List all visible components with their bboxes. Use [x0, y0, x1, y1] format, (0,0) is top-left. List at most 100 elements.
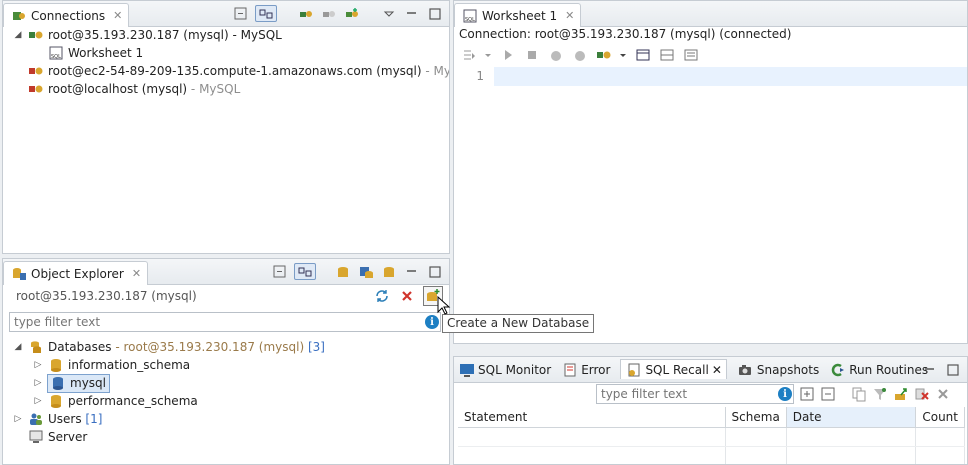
database-objects-icon[interactable]	[357, 263, 374, 280]
dropdown-icon[interactable]	[619, 46, 627, 63]
minimize-icon[interactable]	[403, 5, 420, 22]
commit-icon[interactable]	[547, 46, 564, 63]
connection-item[interactable]: ◢ root@35.193.230.187 (mysql) - MySQL	[13, 26, 282, 44]
database-label: mysql	[70, 376, 106, 390]
column-statement[interactable]: Statement	[458, 407, 726, 428]
databases-node[interactable]: ◢ Databases - root@35.193.230.187 (mysql…	[13, 338, 325, 356]
result-tab-icon[interactable]	[634, 46, 651, 63]
connect-icon[interactable]	[297, 5, 314, 22]
refresh-icon[interactable]	[373, 288, 390, 305]
bottom-window-controls	[921, 361, 961, 378]
rollback-icon[interactable]	[571, 46, 588, 63]
table-row[interactable]	[458, 427, 965, 447]
recall-filter-input[interactable]	[596, 384, 794, 404]
link-editor-icon[interactable]	[294, 263, 316, 280]
run-icon[interactable]	[499, 46, 516, 63]
tab-error[interactable]: Error	[561, 362, 610, 379]
execute-options-icon[interactable]	[460, 46, 477, 63]
server-label: Server	[48, 430, 88, 444]
result-text-icon[interactable]	[682, 46, 699, 63]
tab-connections[interactable]: Connections ✕	[3, 3, 130, 27]
tab-worksheet[interactable]: SQL Worksheet 1 ✕	[454, 3, 582, 27]
object-explorer-toolbar	[271, 263, 443, 280]
disconnected-db-icon	[27, 63, 44, 80]
tab-snapshots[interactable]: Snapshots	[737, 362, 819, 379]
create-database-tooltip: Create a New Database	[442, 314, 595, 333]
column-date[interactable]: Date	[786, 407, 917, 428]
expand-all-icon[interactable]	[798, 385, 815, 402]
tab-worksheet-label: Worksheet 1	[482, 8, 558, 23]
column-schema[interactable]: Schema	[725, 407, 787, 428]
database-item-selected[interactable]: ▷ mysql	[33, 373, 110, 393]
export-icon[interactable]	[892, 385, 909, 402]
collapsed-arrow-icon[interactable]: ▷	[33, 396, 43, 406]
database-item[interactable]: ▷ performance_schema	[33, 392, 198, 410]
server-icon	[27, 429, 44, 446]
connection-item[interactable]: root@localhost (mysql) - MySQL	[27, 80, 240, 98]
worksheet-item[interactable]: SQL Worksheet 1	[47, 44, 143, 62]
mouse-cursor-icon	[437, 296, 451, 315]
database-filter-icon[interactable]	[334, 263, 351, 280]
filter-icon[interactable]	[871, 385, 888, 402]
delete-icon[interactable]	[398, 288, 415, 305]
collapsed-arrow-icon[interactable]: ▷	[13, 414, 23, 424]
sql-editor[interactable]	[494, 67, 967, 86]
close-icon[interactable]: ✕	[565, 9, 574, 22]
new-connection-icon[interactable]	[343, 5, 360, 22]
server-node[interactable]: Server	[27, 428, 87, 446]
connected-db-icon	[27, 27, 44, 44]
view-menu-icon[interactable]	[380, 5, 397, 22]
svg-text:SQL: SQL	[465, 17, 475, 23]
explorer-filter-input[interactable]	[9, 312, 441, 332]
database-icon[interactable]	[380, 263, 397, 280]
maximize-icon[interactable]	[426, 5, 443, 22]
dropdown-icon[interactable]	[484, 46, 492, 63]
minimize-icon[interactable]	[403, 263, 420, 280]
delete-all-icon[interactable]	[934, 385, 951, 402]
collapse-all-icon[interactable]	[271, 263, 288, 280]
connection-select-icon[interactable]	[595, 46, 612, 63]
delete-selected-icon[interactable]	[913, 385, 930, 402]
camera-icon	[737, 362, 754, 379]
expanded-arrow-icon[interactable]: ◢	[13, 342, 23, 352]
connection-label: root@ec2-54-89-209-135.compute-1.amazona…	[48, 64, 422, 78]
tab-sql-recall[interactable]: SQL Recall ✕	[620, 359, 727, 379]
info-icon[interactable]: i	[425, 315, 439, 329]
editor-gutter: 1	[454, 67, 494, 343]
object-explorer-panel: Object Explorer ✕ root@35.193.230.187 (m…	[2, 258, 450, 465]
explorer-actions	[373, 286, 443, 306]
collapsed-arrow-icon[interactable]: ▷	[33, 360, 43, 370]
collapse-all-icon[interactable]	[819, 385, 836, 402]
sql-recall-table: Statement Schema Date Count	[458, 407, 965, 464]
users-count: [1]	[81, 412, 103, 426]
tab-sql-monitor[interactable]: SQL Monitor	[458, 362, 551, 379]
connection-item[interactable]: root@ec2-54-89-209-135.compute-1.amazona…	[27, 62, 449, 80]
table-row[interactable]	[458, 446, 965, 464]
sql-recall-icon	[625, 361, 642, 378]
disconnect-icon[interactable]	[320, 5, 337, 22]
users-node[interactable]: ▷ Users [1]	[13, 410, 103, 428]
stop-icon[interactable]	[523, 46, 540, 63]
tab-run-routines[interactable]: Run Routines	[829, 362, 928, 379]
database-icon	[49, 375, 66, 392]
column-count[interactable]: Count	[915, 407, 965, 428]
link-editor-icon[interactable]	[255, 5, 277, 22]
copy-icon[interactable]	[850, 385, 867, 402]
collapse-all-icon[interactable]	[232, 5, 249, 22]
connection-status: Connection: root@35.193.230.187 (mysql) …	[459, 27, 792, 41]
maximize-icon[interactable]	[426, 263, 443, 280]
result-grid-icon[interactable]	[658, 46, 675, 63]
tab-object-explorer[interactable]: Object Explorer ✕	[3, 261, 149, 285]
database-item[interactable]: ▷ information_schema	[33, 356, 190, 374]
databases-count: [3]	[304, 340, 325, 354]
monitor-icon	[458, 362, 475, 379]
close-icon[interactable]: ✕	[113, 9, 122, 22]
minimize-icon[interactable]	[921, 361, 938, 378]
expanded-arrow-icon[interactable]: ◢	[13, 30, 23, 40]
close-icon[interactable]: ✕	[712, 363, 722, 377]
close-icon[interactable]: ✕	[132, 267, 141, 280]
maximize-icon[interactable]	[944, 361, 961, 378]
info-icon[interactable]: i	[778, 387, 792, 401]
users-label: Users	[48, 412, 82, 426]
collapsed-arrow-icon[interactable]: ▷	[33, 378, 43, 388]
